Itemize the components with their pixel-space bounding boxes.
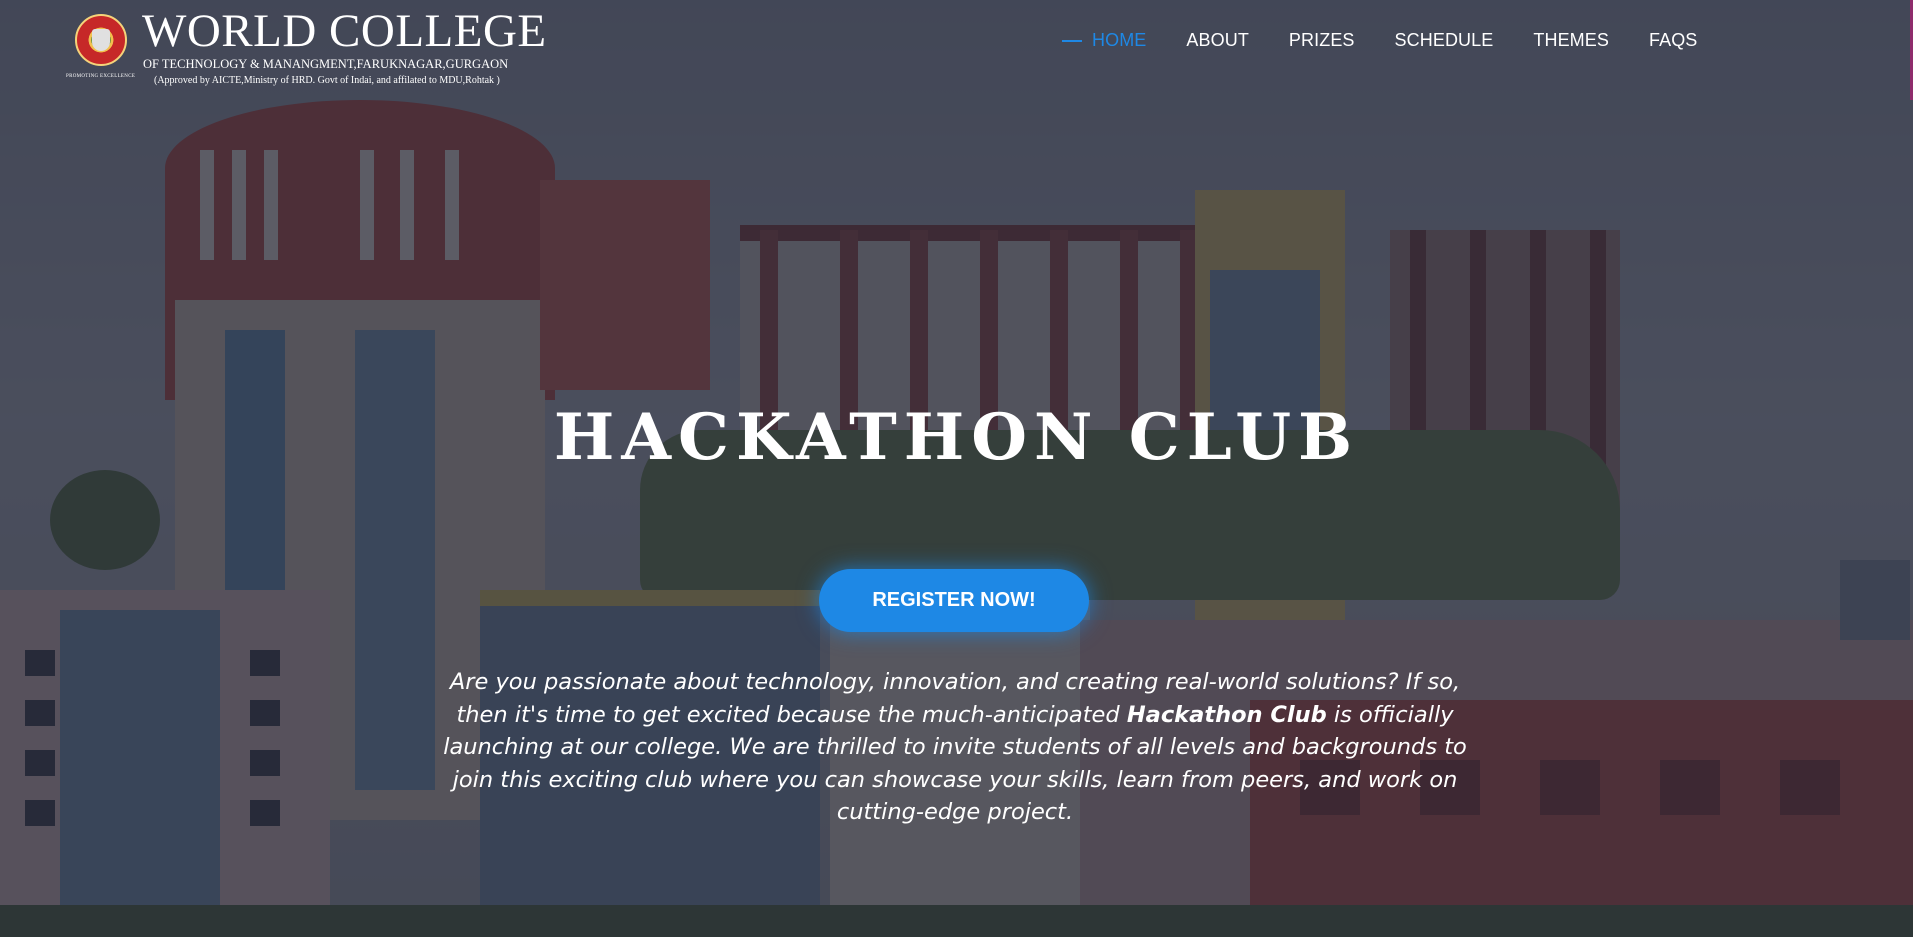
nav-item-label: THEMES: [1533, 30, 1609, 50]
site-header: PROMOTING EXCELLENCE WORLD COLLEGE OF TE…: [0, 0, 1913, 90]
nav-item-label: FAQS: [1648, 30, 1698, 50]
college-subtitle: OF TECHNOLOGY & MANANGMENT,FARUKNAGAR,GU…: [143, 57, 509, 71]
nav-item-label: HOME: [1092, 30, 1147, 50]
main-nav: HOME ABOUT PRIZES SCHEDULE THEMES FAQS: [1062, 30, 1737, 51]
college-name-title[interactable]: WORLD COLLEGE: [142, 6, 547, 56]
nav-item-label: PRIZES: [1288, 30, 1355, 50]
nav-item-prizes[interactable]: PRIZES: [1289, 30, 1355, 51]
nav-item-label: SCHEDULE: [1394, 30, 1494, 50]
nav-item-faqs[interactable]: FAQS: [1649, 30, 1697, 51]
hero-description: Are you passionate about technology, inn…: [435, 666, 1475, 829]
hero-description-highlight: Hackathon Club: [1126, 701, 1327, 728]
hero-title: HACKATHON CLUB: [553, 399, 1360, 475]
nav-item-label: ABOUT: [1186, 30, 1249, 50]
college-crest-icon[interactable]: [75, 14, 127, 66]
register-now-button[interactable]: REGISTER NOW!: [819, 569, 1089, 632]
nav-item-schedule[interactable]: SCHEDULE: [1395, 30, 1494, 51]
active-indicator-dash: [1062, 39, 1082, 42]
logo-tagline: PROMOTING EXCELLENCE: [66, 74, 136, 79]
nav-item-home[interactable]: HOME: [1062, 30, 1146, 51]
nav-item-themes[interactable]: THEMES: [1533, 30, 1609, 51]
nav-item-about[interactable]: ABOUT: [1186, 30, 1249, 51]
college-approval-note: (Approved by AICTE,Ministry of HRD. Govt…: [154, 75, 500, 86]
